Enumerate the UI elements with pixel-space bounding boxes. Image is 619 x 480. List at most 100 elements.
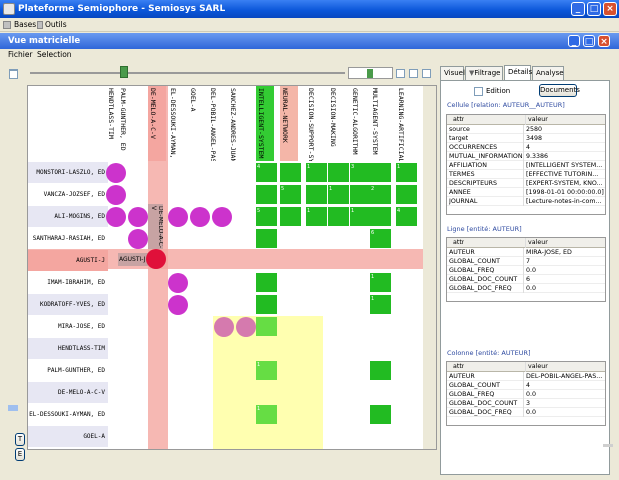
tab-analyse[interactable]: Analyse — [532, 66, 564, 80]
matrix-checkbox[interactable] — [9, 70, 18, 79]
tab-details[interactable]: Détails — [504, 65, 532, 80]
table-row[interactable]: GLOBAL_DOC_FREQ 0.0 — [447, 408, 605, 417]
row-header[interactable]: GOEL-A — [28, 426, 108, 447]
menu-bases[interactable]: Bases — [14, 18, 36, 32]
header-attr[interactable]: attr — [453, 238, 464, 248]
co-occurrence-dot[interactable] — [168, 273, 188, 293]
matrix-cell[interactable] — [370, 207, 391, 226]
matrix-cell[interactable] — [396, 185, 417, 204]
co-occurrence-dot[interactable] — [168, 207, 188, 227]
matrix-cell[interactable] — [306, 185, 327, 204]
matrix-cell[interactable]: 1 — [328, 185, 349, 204]
matrix-cell[interactable] — [370, 163, 391, 182]
header-value[interactable]: valeur — [525, 238, 548, 248]
zoom-slider-thumb[interactable] — [120, 66, 128, 78]
table-row[interactable]: TERMES [EFFECTIVE TUTORIN... — [447, 170, 605, 179]
table-row[interactable]: AUTEUR DEL-POBIL-ANGEL-PAS... — [447, 372, 605, 381]
matrix-cell[interactable]: 1 — [256, 361, 277, 380]
sidebar-button-t[interactable]: T — [15, 433, 25, 446]
column-header[interactable]: DECISION-SUPPORT-SYS — [306, 86, 324, 161]
row-header[interactable]: IMAM-IBRAHIM, ED — [28, 272, 108, 293]
row-attributes-table[interactable]: attr valeur AUTEUR MIRA-JOSE, ED GLOBAL_COUN… — [446, 237, 606, 302]
header-value[interactable]: valeur — [525, 362, 548, 372]
matrix-cell[interactable]: 1 — [370, 273, 391, 292]
matrix-cell[interactable]: 4 — [256, 163, 277, 182]
matrix-cell[interactable]: 6 — [370, 229, 391, 248]
table-row[interactable]: target 3498 — [447, 134, 605, 143]
table-row[interactable]: DESCRIPTEURS [EXPERT-SYSTEM, KNO... — [447, 179, 605, 188]
matrix-cell[interactable] — [328, 163, 349, 182]
matrix-cell[interactable] — [280, 207, 301, 226]
co-occurrence-dot[interactable] — [168, 295, 188, 315]
matrix-cell[interactable] — [370, 361, 391, 380]
tab-filtrage[interactable]: ▼Filtrage — [465, 66, 503, 80]
matrix-cell[interactable]: 5 — [256, 207, 277, 226]
header-value[interactable]: valeur — [525, 115, 548, 125]
documents-button[interactable]: Documents — [539, 84, 580, 97]
column-header[interactable]: SANCHEZ-ANDRES-JUAN — [228, 86, 246, 161]
column-header[interactable]: DE-MELO-A-C-V — [148, 86, 166, 161]
menu-selection[interactable]: Selection — [37, 49, 72, 61]
column-attributes-table[interactable]: attr valeur AUTEUR DEL-POBIL-ANGEL-PAS... GL… — [446, 361, 606, 426]
matrix-cell[interactable]: 1 — [306, 163, 327, 182]
matrix-cell[interactable] — [256, 273, 277, 292]
row-header[interactable]: SANTHARAJ-RASIAH, ED — [28, 228, 108, 249]
column-header[interactable]: PALM-GUNTHER, ED — [118, 86, 144, 161]
table-row[interactable]: GLOBAL_DOC_COUNT 3 — [447, 399, 605, 408]
row-header[interactable]: PALM-GUNTHER, ED — [28, 360, 108, 381]
zoom-slider-track[interactable] — [30, 72, 345, 74]
column-header[interactable]: INTELLIGENT-SYSTEM — [256, 86, 274, 161]
row-header[interactable]: MIRA-JOSE, ED — [28, 316, 108, 337]
matrix-cell[interactable] — [280, 163, 301, 182]
row-header[interactable]: KODRATOFF-YVES, ED — [28, 294, 108, 315]
column-header[interactable]: LEARNING-ARTIFICIAL-I — [396, 86, 414, 161]
row-header[interactable]: DE-MELO-A-C-V — [28, 382, 108, 403]
matrix-cell[interactable]: 1 — [306, 207, 327, 226]
co-occurrence-dot[interactable] — [212, 207, 232, 227]
matrix-cell[interactable]: 3 — [350, 163, 371, 182]
row-header[interactable]: MONSTORI-LASZLO, ED — [28, 162, 108, 183]
column-header[interactable]: DEL-POBIL-ANGEL-PASQ — [208, 86, 226, 161]
matrix-cell[interactable] — [256, 317, 277, 336]
table-row[interactable]: GLOBAL_FREQ 0.0 — [447, 266, 605, 275]
row-header[interactable]: AGUSTI-J — [28, 250, 108, 271]
tab-visuel[interactable]: Visuel — [440, 66, 465, 80]
co-occurrence-dot[interactable] — [236, 317, 256, 337]
matrix-cell[interactable]: 2 — [370, 185, 391, 204]
table-row[interactable]: GLOBAL_COUNT 4 — [447, 381, 605, 390]
edition-checkbox[interactable] — [474, 87, 483, 96]
column-header[interactable]: GOEL-A — [188, 86, 206, 161]
matrix-cell[interactable]: 4 — [396, 207, 417, 226]
matrix-cell[interactable] — [256, 229, 277, 248]
table-row[interactable]: source 2580 — [447, 125, 605, 134]
column-header[interactable]: NEURAL-NETWORK — [280, 86, 298, 161]
sidebar-button-e[interactable]: E — [15, 448, 25, 461]
co-occurrence-dot[interactable] — [106, 163, 126, 183]
matrix-cell[interactable]: 1 — [350, 207, 371, 226]
left-scroll-handle[interactable] — [8, 405, 18, 411]
row-header[interactable]: EL-DESSOUKI-AYMAN, ED — [28, 404, 108, 425]
matrix-cell[interactable] — [328, 207, 349, 226]
table-row[interactable]: GLOBAL_DOC_FREQ 0.0 — [447, 284, 605, 293]
table-row[interactable]: AUTEUR MIRA-JOSE, ED — [447, 248, 605, 257]
column-header[interactable]: EL-DESSOUKI-AYMAN, E — [168, 86, 186, 161]
option-checkbox-2[interactable] — [409, 69, 418, 78]
table-row[interactable]: GLOBAL_FREQ 0.0 — [447, 390, 605, 399]
header-attr[interactable]: attr — [453, 115, 464, 125]
co-occurrence-dot[interactable] — [146, 249, 166, 269]
co-occurrence-dot[interactable] — [128, 229, 148, 249]
threshold-slider[interactable] — [348, 67, 393, 79]
minimize-button[interactable]: _ — [571, 2, 585, 16]
row-header[interactable]: VANCZA-JOZSEF, ED — [28, 184, 108, 205]
co-occurrence-dot[interactable] — [214, 317, 234, 337]
panel-resize-grip[interactable] — [603, 444, 613, 447]
frame-minimize-button[interactable]: _ — [568, 35, 580, 47]
option-checkbox-1[interactable] — [396, 69, 405, 78]
menu-outils[interactable]: Outils — [45, 18, 67, 32]
cell-attributes-table[interactable]: attr valeur source 2580 target 3498 OCCURRENCE… — [446, 114, 606, 215]
matrix-cell[interactable]: 1 — [396, 163, 417, 182]
menu-fichier[interactable]: Fichier — [8, 49, 33, 61]
matrix-cell[interactable]: 1 — [256, 405, 277, 424]
header-attr[interactable]: attr — [453, 362, 464, 372]
option-checkbox-3[interactable] — [422, 69, 431, 78]
